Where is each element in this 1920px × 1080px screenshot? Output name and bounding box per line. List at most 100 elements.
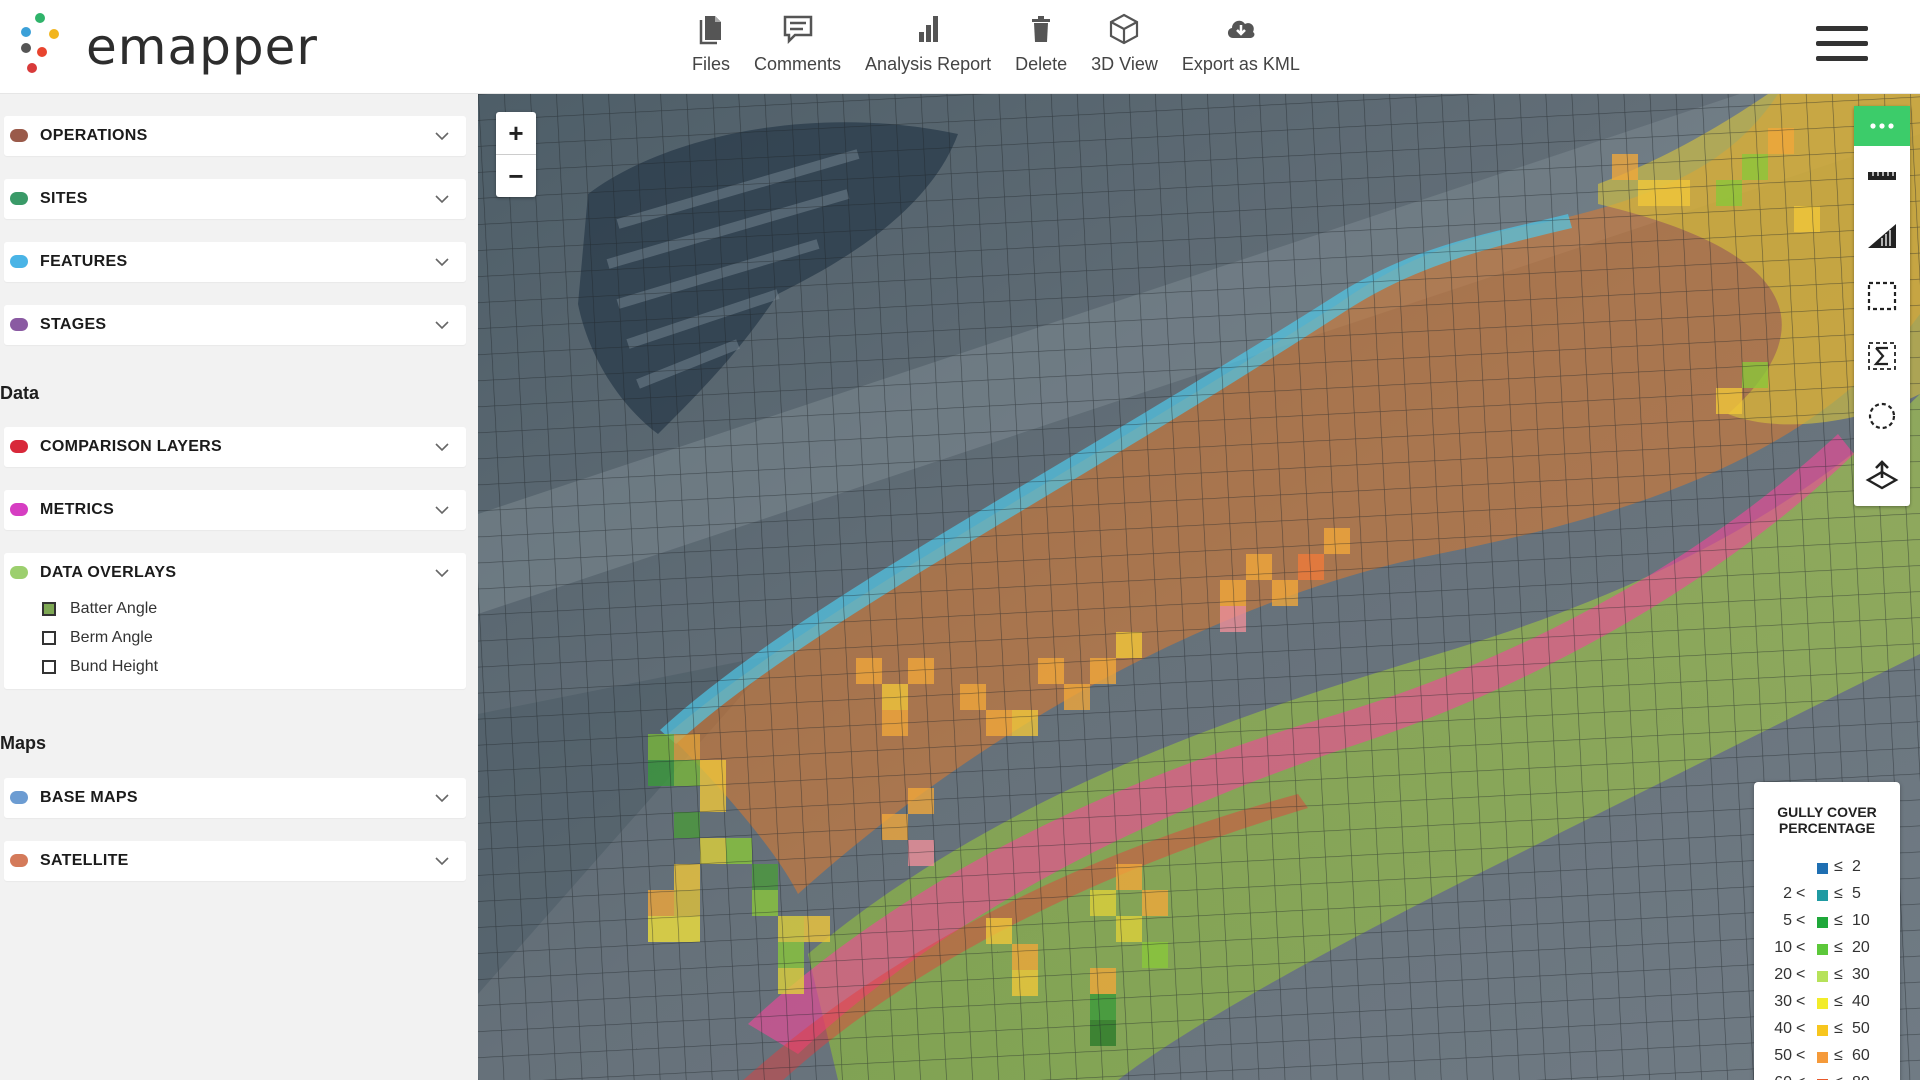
circle-select-tool[interactable] xyxy=(1854,386,1910,446)
metrics-title: METRICS xyxy=(40,501,115,518)
upload-layer-tool[interactable] xyxy=(1854,446,1910,506)
chevron-down-icon xyxy=(435,506,449,515)
legend-high-value: 30 xyxy=(1852,966,1870,983)
zoom-out-button[interactable]: − xyxy=(496,154,536,197)
bund-height-checkbox[interactable] xyxy=(42,660,56,674)
legend-operator: ≤ xyxy=(1834,912,1843,929)
analysis-report-button[interactable]: Analysis Report xyxy=(853,0,1003,94)
export-kml-label: Export as KML xyxy=(1181,54,1300,74)
comments-button[interactable]: Comments xyxy=(742,0,853,94)
sites-color-dot xyxy=(10,192,28,205)
zoom-control: + − xyxy=(496,112,536,197)
files-button[interactable]: Files xyxy=(680,0,742,94)
comparison-layers-header[interactable]: COMPARISON LAYERS xyxy=(4,427,466,467)
bund-height-label: Bund Height xyxy=(70,658,159,675)
operations-header[interactable]: OPERATIONS xyxy=(4,116,466,156)
legend-swatch xyxy=(1817,917,1828,928)
metrics-header[interactable]: METRICS xyxy=(4,490,466,530)
upload-layer-icon xyxy=(1865,460,1899,490)
hamburger-menu-button[interactable] xyxy=(1816,26,1868,66)
legend-row: 30 < ≤40 xyxy=(1754,990,1900,1017)
legend-swatch xyxy=(1817,1052,1828,1063)
cloud-download-icon xyxy=(1227,20,1255,38)
legend-row: 50 < ≤60 xyxy=(1754,1044,1900,1071)
panel-comparison-layers: COMPARISON LAYERS xyxy=(4,427,466,467)
legend-high-value: 2 xyxy=(1852,858,1861,875)
panel-metrics: METRICS xyxy=(4,490,466,530)
batter-angle-checkbox[interactable] xyxy=(42,602,56,616)
satellite-color-dot xyxy=(10,854,28,867)
overlay-bund-height[interactable]: Bund Height xyxy=(42,655,158,679)
legend-row: 10 < ≤20 xyxy=(1754,936,1900,963)
delete-label: Delete xyxy=(1015,54,1068,74)
chevron-down-icon xyxy=(435,794,449,803)
legend-operator: < xyxy=(1796,912,1806,929)
legend-title-line1: GULLY COVER xyxy=(1777,804,1877,820)
maps-section-heading: Maps xyxy=(0,733,47,753)
toolbar: Files Comments Analysis Report Delete 3D… xyxy=(680,0,1312,94)
berm-angle-checkbox[interactable] xyxy=(42,631,56,645)
3d-view-label: 3D View xyxy=(1091,54,1158,74)
3d-view-button[interactable]: 3D View xyxy=(1079,0,1170,94)
features-header[interactable]: FEATURES xyxy=(4,242,466,282)
legend-operator: ≤ xyxy=(1834,939,1843,956)
files-label: Files xyxy=(692,54,731,74)
legend-row: 20 < ≤30 xyxy=(1754,963,1900,990)
legend-operator: < xyxy=(1796,1074,1808,1080)
layers-sidebar: OPERATIONS SITES FEATURES STAGES Data CO… xyxy=(0,94,478,1080)
cube-icon xyxy=(1110,13,1139,45)
legend-swatch xyxy=(1817,1025,1828,1036)
panel-data-overlays: DATA OVERLAYS Batter Angle Berm Angle Bu… xyxy=(4,553,466,689)
overlay-batter-angle[interactable]: Batter Angle xyxy=(42,597,157,621)
legend-swatch xyxy=(1817,863,1828,874)
legend-high-value: 60 xyxy=(1852,1047,1870,1064)
overlay-berm-angle[interactable]: Berm Angle xyxy=(42,626,153,650)
sites-title: SITES xyxy=(40,190,88,207)
legend-operator: ≤ xyxy=(1834,966,1843,983)
sites-header[interactable]: SITES xyxy=(4,179,466,219)
legend-operator: ≤ xyxy=(1834,993,1843,1010)
area-measure-tool[interactable] xyxy=(1854,206,1910,266)
panel-stages: STAGES xyxy=(4,305,466,345)
data-overlays-title: DATA OVERLAYS xyxy=(40,564,177,581)
legend-operator: ≤ xyxy=(1834,1074,1848,1080)
delete-button[interactable]: Delete xyxy=(1003,0,1079,94)
rectangle-select-tool[interactable] xyxy=(1854,266,1910,326)
sum-tool[interactable] xyxy=(1854,326,1910,386)
more-options-button[interactable] xyxy=(1854,106,1910,146)
emapper-logo[interactable]: emapper xyxy=(14,10,317,82)
legend-high-value: 80 xyxy=(1852,1074,1892,1080)
circle-select-icon xyxy=(1868,402,1896,430)
legend-high-value: 40 xyxy=(1852,993,1870,1010)
stages-header[interactable]: STAGES xyxy=(4,305,466,345)
legend-high-value: 50 xyxy=(1852,1020,1870,1037)
export-kml-button[interactable]: Export as KML xyxy=(1170,0,1312,94)
panel-features: FEATURES xyxy=(4,242,466,282)
stages-title: STAGES xyxy=(40,316,107,333)
menu-line xyxy=(1816,26,1868,31)
menu-line xyxy=(1816,41,1868,46)
legend-operator: < xyxy=(1796,993,1806,1010)
panel-satellite: SATELLITE xyxy=(4,841,466,881)
ruler-tool[interactable] xyxy=(1854,146,1910,206)
map-canvas[interactable]: + − GULLY COVER PERCENTAGE ≤ 2 2 < ≤ 5 5… xyxy=(478,94,1920,1080)
chevron-down-icon xyxy=(435,258,449,267)
berm-angle-label: Berm Angle xyxy=(70,629,153,646)
legend-operator: ≤ xyxy=(1834,858,1843,875)
stages-color-dot xyxy=(10,318,28,331)
panel-base-maps: BASE MAPS xyxy=(4,778,466,818)
zoom-in-button[interactable]: + xyxy=(496,112,536,154)
legend-operator: ≤ xyxy=(1834,1047,1843,1064)
legend-row: ≤2 xyxy=(1754,855,1900,882)
data-overlays-header[interactable]: DATA OVERLAYS xyxy=(4,553,466,593)
legend-low-value: 10 xyxy=(1774,939,1792,956)
comparison-layers-color-dot xyxy=(10,440,28,453)
chevron-down-icon xyxy=(435,195,449,204)
top-bar: emapper Files Comments Analysis Report D… xyxy=(0,0,1920,94)
menu-line xyxy=(1816,56,1868,61)
data-overlays-color-dot xyxy=(10,566,28,579)
chevron-down-icon xyxy=(435,569,449,578)
features-title: FEATURES xyxy=(40,253,128,270)
base-maps-header[interactable]: BASE MAPS xyxy=(4,778,466,818)
satellite-header[interactable]: SATELLITE xyxy=(4,841,466,881)
